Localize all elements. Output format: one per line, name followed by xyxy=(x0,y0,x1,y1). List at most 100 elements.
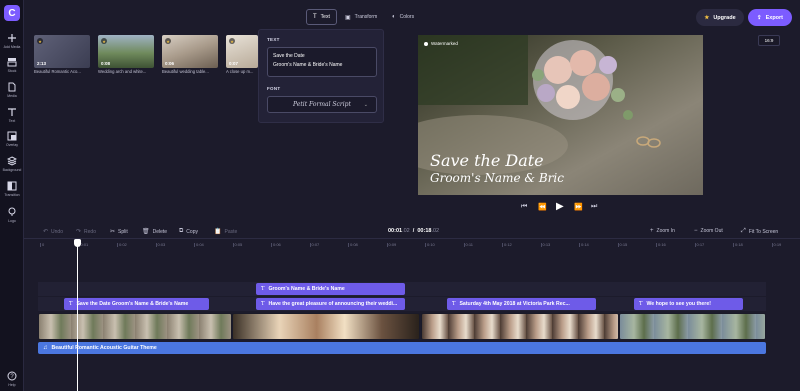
ruler-tick-label: 0:13 xyxy=(542,242,551,247)
app-logo[interactable]: C xyxy=(4,5,20,21)
text-clip[interactable]: T Saturday 4th May 2018 at Victoria Park… xyxy=(447,298,596,310)
ruler-tick-label: 0:07 xyxy=(311,242,320,247)
ruler-tick-label: 0:19 xyxy=(773,242,782,247)
playhead[interactable] xyxy=(77,244,78,391)
media-duration: 2:13 xyxy=(37,61,47,66)
media-thumb[interactable]: ★ 0:06 xyxy=(162,35,218,68)
media-duration: 0:06 xyxy=(165,61,175,66)
copy-label: Copy xyxy=(186,228,198,235)
tab-text[interactable]: T Text xyxy=(306,9,337,25)
copy-button[interactable]: ⧉ Copy xyxy=(179,228,198,235)
ruler-tick xyxy=(617,243,619,247)
zoom-in-button[interactable]: + Zoom In xyxy=(650,228,675,234)
tab-label: Transform xyxy=(354,14,378,20)
preview-subtitle-text: Groom's Name & Bric xyxy=(430,171,564,185)
star-icon: ★ xyxy=(37,38,43,44)
zoom-out-button[interactable]: − Zoom Out xyxy=(694,228,723,234)
skip-forward-icon[interactable]: ⏭ xyxy=(591,203,597,211)
text-icon: T xyxy=(261,301,265,307)
chevron-down-icon: ⌄ xyxy=(363,101,368,108)
ruler-tick xyxy=(733,243,734,247)
ruler-tick xyxy=(40,243,41,247)
ruler-tick xyxy=(386,243,388,247)
sidebar-item-text[interactable]: Text xyxy=(0,107,24,123)
colors-icon: ◐ xyxy=(392,14,396,20)
audio-clip[interactable]: ♫ Beautiful Romantic Acoustic Guitar The… xyxy=(38,342,766,354)
play-icon[interactable]: ▶ xyxy=(556,201,564,212)
delete-button[interactable]: 🗑 Delete xyxy=(142,228,167,236)
redo-button[interactable]: ↷ Redo xyxy=(76,228,96,236)
background-icon xyxy=(7,156,17,166)
zoom-in-label: Zoom In xyxy=(656,228,675,234)
paste-icon: 📋 xyxy=(214,229,222,235)
export-icon: ⇪ xyxy=(756,14,762,21)
upgrade-button[interactable]: ★ Upgrade xyxy=(696,9,744,26)
video-clip[interactable] xyxy=(421,313,619,340)
ruler-tick xyxy=(194,243,195,247)
sidebar-item-help[interactable]: ? Help xyxy=(0,371,24,387)
sidebar-item-logo[interactable]: Logo xyxy=(0,207,24,223)
music-note-icon: ♫ xyxy=(43,345,48,351)
skip-back-icon[interactable]: ⏮ xyxy=(521,203,527,211)
text-clip[interactable]: T Groom's Name & Bride's Name xyxy=(256,283,405,295)
ruler-tick xyxy=(502,243,503,247)
transition-icon xyxy=(7,181,17,191)
aspect-ratio-button[interactable]: 16:9 xyxy=(758,35,780,46)
ruler-tick xyxy=(694,243,696,247)
ruler-tick xyxy=(540,243,542,247)
redo-icon: ↷ xyxy=(76,229,82,235)
stock-icon xyxy=(7,57,17,67)
paste-button[interactable]: 📋 Paste xyxy=(214,228,238,236)
text-clip-label: Have the great pleasure of announcing th… xyxy=(268,301,398,307)
sidebar: C Add Media Stock Media Text Overlay Bac… xyxy=(0,0,24,391)
timecode-display: 00:01.02 / 00:18.02 xyxy=(388,228,440,234)
sidebar-item-label: Add Media xyxy=(3,45,21,49)
video-clip[interactable] xyxy=(619,313,766,340)
video-editor-app: C Add Media Stock Media Text Overlay Bac… xyxy=(0,0,800,391)
zoom-in-icon: + xyxy=(650,228,654,234)
media-duration: 0:08 xyxy=(101,61,111,66)
tab-transform[interactable]: ▣ Transform xyxy=(339,9,383,25)
ruler-tick xyxy=(425,243,426,247)
undo-button[interactable]: ↶ Undo xyxy=(43,228,63,236)
font-select[interactable]: Petit Formal Script ⌄ xyxy=(267,96,377,113)
text-clip[interactable]: T Have the great pleasure of announcing … xyxy=(256,298,405,310)
export-button[interactable]: ⇪ Export xyxy=(748,9,792,26)
sidebar-item-background[interactable]: Background xyxy=(0,156,24,172)
video-clip[interactable] xyxy=(38,313,232,340)
split-button[interactable]: ✂ Split xyxy=(110,228,128,236)
sidebar-item-media[interactable]: Media xyxy=(0,82,24,98)
text-clip[interactable]: T Save the Date Groom's Name & Bride's N… xyxy=(64,298,209,310)
watermark-badge: Watermarked xyxy=(424,41,458,46)
watermark-label: Watermarked xyxy=(431,41,458,46)
sidebar-item-stock[interactable]: Stock xyxy=(0,57,24,73)
tab-colors[interactable]: ◐ Colors xyxy=(386,9,420,25)
video-clip[interactable] xyxy=(232,313,420,340)
text-clip-label: Saturday 4th May 2018 at Victoria Park R… xyxy=(459,301,570,307)
ruler-tick-label: 0:08 xyxy=(350,242,358,247)
media-thumb[interactable]: ★ 2:13 xyxy=(34,35,90,68)
media-thumb[interactable]: ★ 0:08 xyxy=(98,35,154,68)
zoom-out-icon: − xyxy=(694,228,698,234)
text-clip-label: Groom's Name & Bride's Name xyxy=(268,286,345,292)
ruler-tick-label: 0:06 xyxy=(273,242,281,247)
sidebar-item-transition[interactable]: Transition xyxy=(0,181,24,197)
current-time-frac: .02 xyxy=(402,228,410,234)
ruler-tick-label: 0:04 xyxy=(196,242,204,247)
copy-icon: ⧉ xyxy=(179,228,184,234)
sidebar-item-overlay[interactable]: Overlay xyxy=(0,131,24,147)
text-icon: T xyxy=(69,301,73,307)
sidebar-item-label: Media xyxy=(7,94,17,98)
fast-forward-icon[interactable]: ⏩ xyxy=(574,203,583,211)
text-clip[interactable]: T We hope to see you there! xyxy=(634,298,743,310)
sidebar-item-add-media[interactable]: Add Media xyxy=(0,33,24,49)
video-preview[interactable]: Watermarked Save the Date Groom's Name &… xyxy=(418,35,703,195)
rewind-icon[interactable]: ⏪ xyxy=(538,203,547,211)
text-content-input[interactable]: Save the Date Groom's Name & Bride's Nam… xyxy=(267,47,377,77)
media-thumb[interactable]: ★ 0:07 xyxy=(226,35,258,68)
ruler-tick-label: 0:11 xyxy=(465,242,474,247)
playhead-handle[interactable] xyxy=(74,239,81,247)
transform-icon: ▣ xyxy=(345,14,351,21)
paste-label: Paste xyxy=(224,228,238,235)
fit-to-screen-button[interactable]: ⤢ Fit To Screen xyxy=(741,228,778,235)
